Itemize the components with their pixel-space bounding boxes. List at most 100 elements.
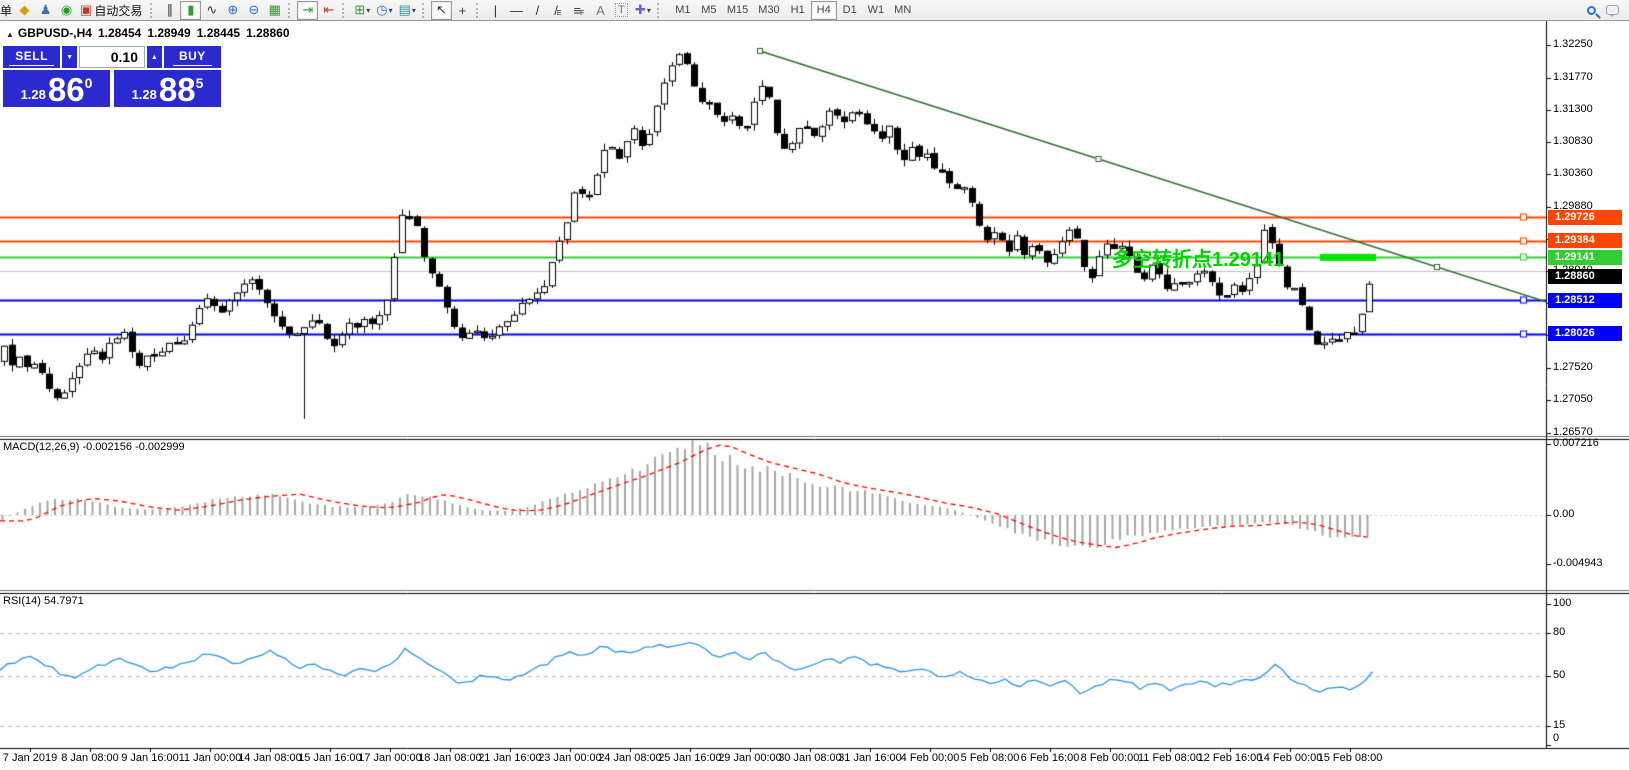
mt4-window: { "toolbar": { "partial_label": "单", "au… (0, 0, 1629, 770)
candlestick-chart-icon[interactable]: ▮ (180, 1, 201, 20)
vertical-line-icon[interactable]: | (485, 1, 506, 20)
price-tag-1.29726: 1.29726 (1548, 210, 1622, 225)
timeframe-H4[interactable]: H4 (811, 1, 837, 20)
time-axis-label: 6 Feb 16:00 (1021, 752, 1080, 764)
fibonacci-icon[interactable]: ≡F (569, 1, 590, 20)
price-tag-1.28026: 1.28026 (1548, 326, 1622, 341)
price-gridline-label: 1.30830 (1553, 135, 1593, 147)
chevron-down-icon[interactable]: ▾ (647, 6, 651, 15)
time-axis-label: 9 Jan 16:00 (121, 752, 179, 764)
sell-price[interactable]: 1.28860 (3, 70, 110, 107)
timeframe-H1[interactable]: H1 (785, 1, 811, 20)
price-gridline-label: 1.31770 (1553, 71, 1593, 83)
time-axis-label: 31 Jan 16:00 (838, 752, 902, 764)
ohlc-high: 1.28949 (147, 26, 190, 40)
chart-area: ▲GBPUSD-,H41.284541.289491.284451.28860 … (0, 21, 1629, 770)
toolbar-grip (288, 3, 293, 18)
price-tag-1.29141: 1.29141 (1548, 250, 1622, 265)
add-indicator-button[interactable]: ⊞▾ (351, 1, 373, 20)
toolbar-grip (150, 3, 155, 18)
toolbar-grip (342, 3, 347, 18)
auto-scroll-icon[interactable]: ⇥ (297, 1, 318, 20)
template-button[interactable]: ▤▾ (396, 1, 419, 20)
ohlc-close: 1.28860 (246, 26, 289, 40)
timeframe-M1[interactable]: M1 (670, 1, 696, 20)
profile-icon[interactable]: ♟ (35, 1, 56, 20)
rsi-axis-label: 80 (1553, 626, 1565, 638)
price-gridline-label: 1.30360 (1553, 167, 1593, 179)
price-gridline-label: 1.27520 (1553, 361, 1593, 373)
zoom-in-icon[interactable]: ⊕ (222, 1, 243, 20)
time-axis-label: 24 Jan 08:00 (598, 752, 662, 764)
chat-icon[interactable] (1606, 5, 1619, 15)
toolbar-grip (657, 3, 662, 18)
new-order-button[interactable]: 单 (0, 2, 14, 19)
chart-shift-icon[interactable]: ⇤ (318, 1, 339, 20)
time-axis-label: 15 Jan 16:00 (298, 752, 362, 764)
trendline-icon[interactable]: / (527, 1, 548, 20)
toolbar-right (1587, 5, 1629, 15)
buy-price[interactable]: 1.28885 (114, 70, 221, 107)
volume-decrease-button[interactable]: ▼ (62, 46, 77, 68)
macd-axis-label: 0.007216 (1553, 437, 1599, 449)
price-gridline-label: 1.27050 (1553, 393, 1593, 405)
horizontal-line-icon[interactable]: — (506, 1, 527, 20)
text-label-icon[interactable]: T (611, 1, 632, 20)
toolbar-grip (476, 3, 481, 18)
periods-button[interactable]: ◷▾ (373, 1, 395, 20)
macd-indicator-label: MACD(12,26,9) -0.002156 -0.002999 (3, 441, 185, 453)
sell-button[interactable]: SELL (3, 46, 60, 68)
one-click-trading-panel: SELL ▼ ▲ BUY 1.28860 1.28885 (3, 46, 221, 107)
timeframe-M15[interactable]: M15 (722, 1, 753, 20)
chart-canvas[interactable] (0, 21, 1629, 770)
time-axis-label: 8 Jan 08:00 (61, 752, 119, 764)
auto-trading-label: 自动交易 (92, 2, 144, 19)
volume-input[interactable] (79, 46, 145, 68)
time-axis-label: 11 Feb 08:00 (1138, 752, 1202, 764)
time-axis-label: 7 Jan 2019 (3, 752, 57, 764)
zoom-out-icon[interactable]: ⊖ (243, 1, 264, 20)
time-axis-label: 18 Jan 08:00 (418, 752, 482, 764)
cursor-icon[interactable]: ↖ (431, 1, 452, 20)
price-tag-1.28860: 1.28860 (1548, 269, 1622, 284)
arrows-tool-icon[interactable]: ✚▾ (632, 1, 654, 20)
chart-header: ▲GBPUSD-,H41.284541.289491.284451.28860 (6, 26, 290, 40)
signal-icon[interactable]: ◉ (56, 1, 77, 20)
crosshair-icon[interactable]: + (452, 1, 473, 20)
macd-axis-label: 0.00 (1553, 508, 1574, 520)
rsi-axis-label: 0 (1553, 732, 1559, 744)
time-axis-label: 17 Jan 00:00 (358, 752, 422, 764)
price-tag-1.28512: 1.28512 (1548, 293, 1622, 308)
line-chart-icon[interactable]: ∿ (201, 1, 222, 20)
rsi-axis-label: 15 (1553, 719, 1565, 731)
time-axis-label: 4 Feb 00:00 (901, 752, 960, 764)
chevron-down-icon[interactable]: ▾ (412, 6, 416, 15)
volume-increase-button[interactable]: ▲ (147, 46, 162, 68)
timeframe-M30[interactable]: M30 (753, 1, 784, 20)
buy-button[interactable]: BUY (164, 46, 221, 68)
ohlc-open: 1.28454 (98, 26, 141, 40)
collapse-arrow-icon[interactable]: ▲ (6, 30, 14, 39)
time-axis-label: 15 Feb 08:00 (1318, 752, 1383, 764)
time-axis-label: 29 Jan 00:00 (718, 752, 782, 764)
tile-windows-icon[interactable]: ▦ (264, 1, 285, 20)
chevron-down-icon[interactable]: ▾ (389, 6, 393, 15)
bar-chart-icon[interactable]: ∥ (159, 1, 180, 20)
timeframe-W1[interactable]: W1 (863, 1, 890, 20)
rsi-indicator-label: RSI(14) 54.7971 (3, 595, 84, 607)
search-icon[interactable] (1587, 6, 1596, 15)
time-axis-label: 23 Jan 00:00 (538, 752, 602, 764)
timeframe-MN[interactable]: MN (889, 1, 916, 20)
time-axis-label: 14 Feb 00:00 (1258, 752, 1323, 764)
auto-trading-button[interactable]: ▣ 自动交易 (77, 1, 147, 20)
toolbar: 单 ◆ ♟ ◉ ▣ 自动交易 ∥ ▮ ∿ ⊕ ⊖ ▦ ⇥ ⇤ ⊞▾ ◷▾ ▤▾ … (0, 0, 1629, 21)
time-axis-label: 12 Feb 16:00 (1198, 752, 1263, 764)
note-icon[interactable]: ◆ (14, 1, 35, 20)
text-tool-icon[interactable]: A (590, 1, 611, 20)
chevron-down-icon[interactable]: ▾ (366, 6, 370, 15)
toolbar-grip (422, 3, 427, 18)
chart-annotation: 多空转折点1.29141 (1112, 243, 1284, 272)
timeframe-M5[interactable]: M5 (696, 1, 722, 20)
equidistant-channel-icon[interactable]: /E (548, 1, 569, 20)
timeframe-D1[interactable]: D1 (837, 1, 863, 20)
